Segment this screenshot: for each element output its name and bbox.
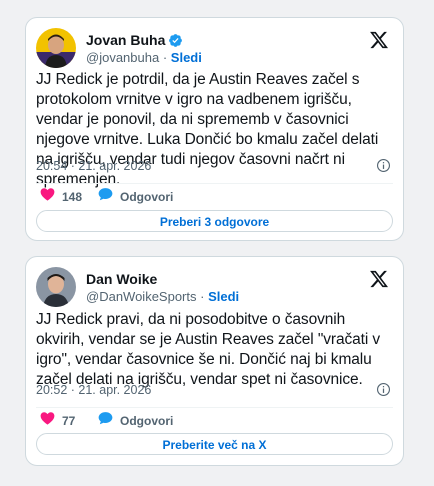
- separator: ·: [200, 289, 205, 304]
- verified-badge-icon: [168, 33, 183, 48]
- x-logo-icon[interactable]: [369, 30, 389, 50]
- tweet-header: Dan Woike @DanWoikeSports · Sledi: [36, 267, 393, 307]
- author-block: Jovan Buha @jovanbuha · Sledi: [86, 32, 202, 66]
- follow-link[interactable]: Sledi: [208, 289, 239, 304]
- reply-button[interactable]: Odgovori: [98, 187, 173, 206]
- follow-link[interactable]: Sledi: [171, 50, 202, 65]
- separator: ·: [162, 50, 168, 65]
- reply-label: Odgovori: [120, 189, 174, 204]
- like-count: 148: [62, 189, 83, 204]
- tweet-meta: 20:52 · 21. apr. 2026: [36, 381, 393, 399]
- author-handle[interactable]: @DanWoikeSports: [86, 289, 197, 304]
- reply-bubble-icon: [98, 411, 120, 430]
- heart-icon: [40, 411, 62, 430]
- tweet-card[interactable]: Dan Woike @DanWoikeSports · Sledi JJ Red…: [25, 256, 404, 466]
- info-icon[interactable]: [376, 382, 391, 397]
- tweet-actions: 77 Odgovori: [40, 411, 393, 429]
- like-button[interactable]: 77: [40, 411, 75, 430]
- read-replies-button[interactable]: Preberi 3 odgovore: [36, 210, 393, 232]
- author-block: Dan Woike @DanWoikeSports · Sledi: [86, 271, 239, 305]
- avatar[interactable]: [36, 28, 76, 68]
- tweet-actions: 148 Odgovori: [40, 187, 393, 205]
- reply-bubble-icon: [98, 187, 120, 206]
- x-logo-icon[interactable]: [369, 269, 389, 289]
- divider: [36, 183, 393, 184]
- reply-button[interactable]: Odgovori: [98, 411, 173, 430]
- avatar[interactable]: [36, 267, 76, 307]
- info-icon[interactable]: [376, 158, 391, 173]
- read-more-on-x-button[interactable]: Preberite več na X: [36, 433, 393, 455]
- tweet-card[interactable]: Jovan Buha @jovanbuha · Sledi JJ Redick …: [25, 17, 404, 241]
- author-name[interactable]: Jovan Buha: [86, 32, 165, 49]
- tweet-timestamp[interactable]: 20:54 · 21. apr. 2026: [36, 159, 151, 173]
- author-handle[interactable]: @jovanbuha: [86, 50, 159, 65]
- tweet-meta: 20:54 · 21. apr. 2026: [36, 157, 393, 175]
- tweet-text: JJ Redick pravi, da ni posodobitve o čas…: [36, 311, 381, 388]
- reply-label: Odgovori: [120, 413, 174, 428]
- tweet-header: Jovan Buha @jovanbuha · Sledi: [36, 28, 393, 68]
- tweet-timestamp[interactable]: 20:52 · 21. apr. 2026: [36, 383, 151, 397]
- like-button[interactable]: 148: [40, 187, 82, 206]
- author-name[interactable]: Dan Woike: [86, 271, 157, 288]
- divider: [36, 407, 393, 408]
- like-count: 77: [62, 413, 76, 428]
- heart-icon: [40, 187, 62, 206]
